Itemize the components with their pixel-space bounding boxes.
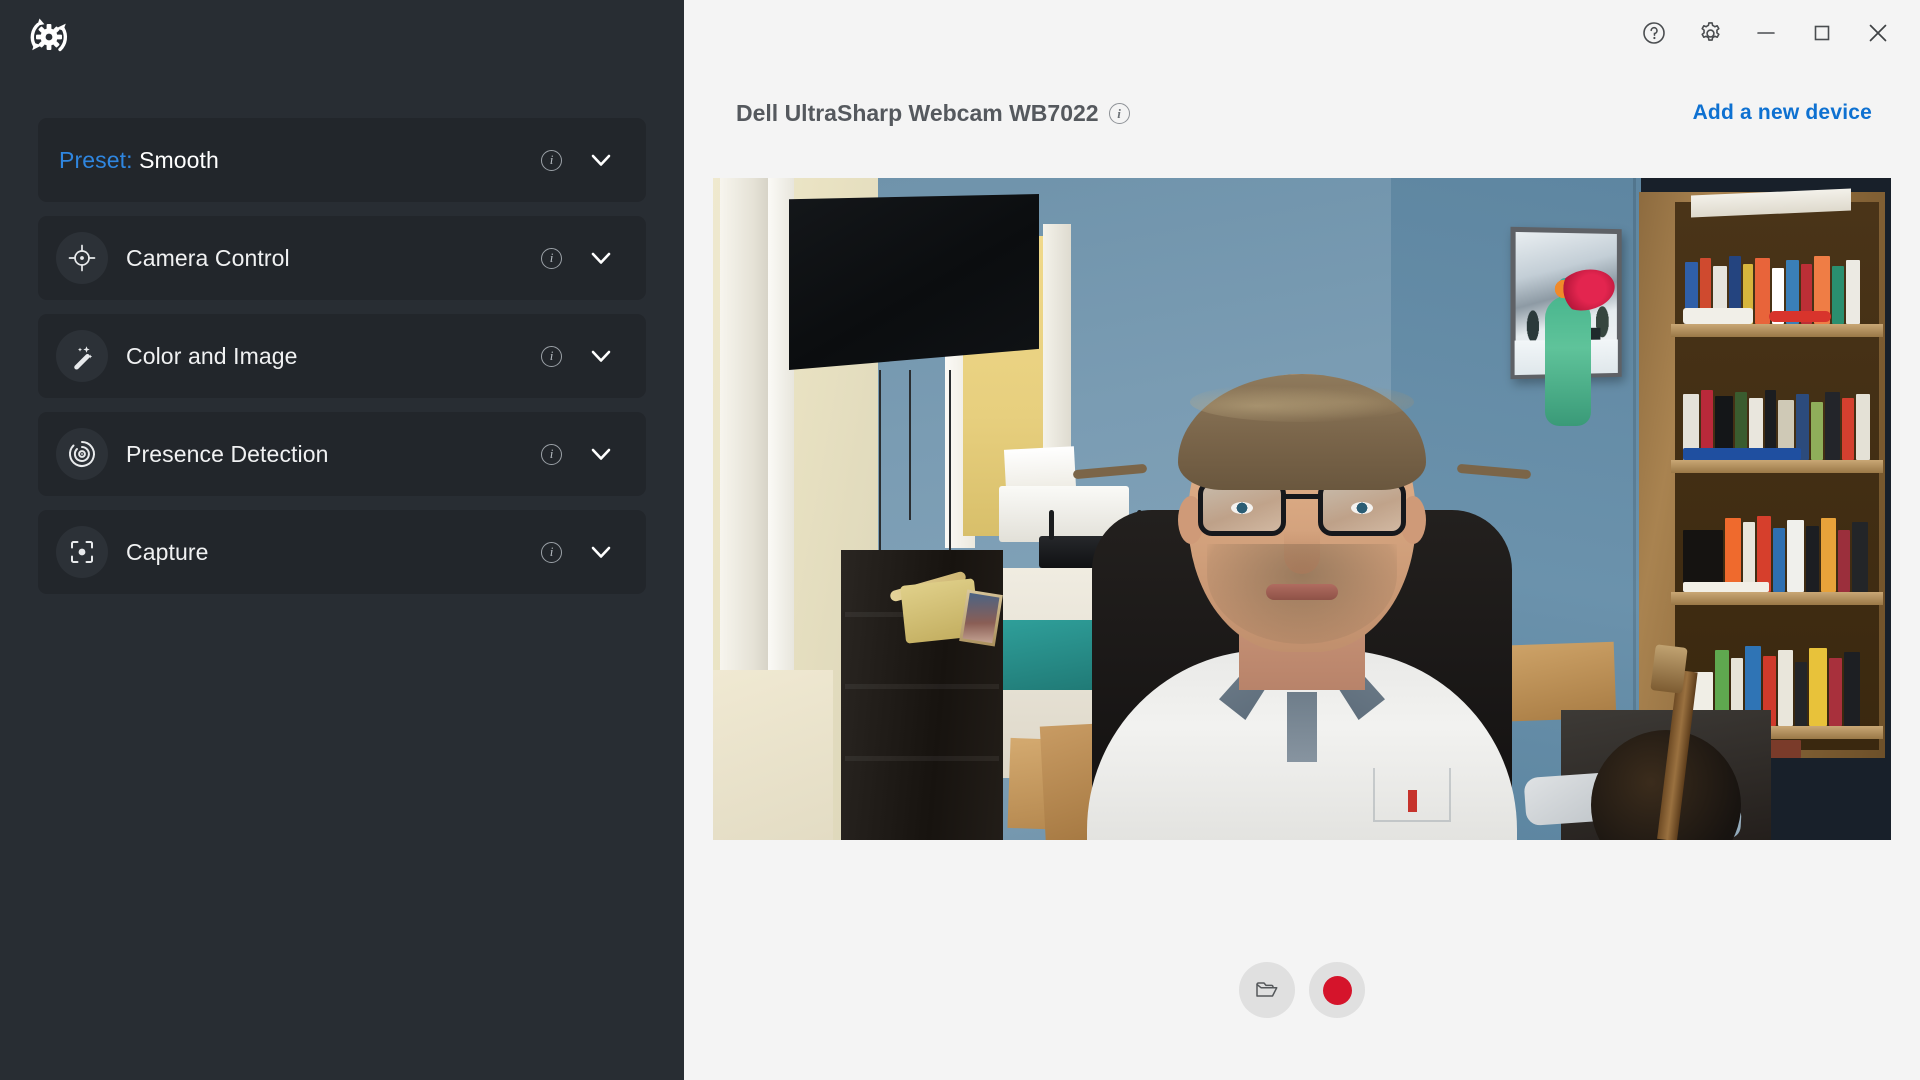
minimize-icon xyxy=(1757,32,1775,34)
maximize-icon xyxy=(1814,25,1830,41)
preset-chevron-down-icon[interactable] xyxy=(588,147,614,173)
chevron-down-glyph xyxy=(591,252,611,264)
sidebar-item-label: Color and Image xyxy=(126,342,298,369)
device-name: Dell UltraSharp Webcam WB7022 xyxy=(736,100,1099,126)
bookshelf-row-1 xyxy=(1683,254,1875,324)
tv-cable-2 xyxy=(909,370,911,520)
person-mouth xyxy=(1266,584,1338,600)
bookshelf-plank-3 xyxy=(1671,592,1883,605)
gear-icon xyxy=(1700,21,1720,41)
crosshair-icon xyxy=(56,232,108,284)
device-bar: Dell UltraSharp Webcam WB7022 i Add a ne… xyxy=(684,100,1920,142)
focus-frame-icon xyxy=(56,526,108,578)
magic-wand-icon xyxy=(56,330,108,382)
capture-chevron-down-icon[interactable] xyxy=(588,539,614,565)
main-panel: Dell UltraSharp Webcam WB7022 i Add a ne… xyxy=(684,0,1920,1080)
chevron-down-glyph xyxy=(591,448,611,460)
camera-control-chevron-down-icon[interactable] xyxy=(588,245,614,271)
question-circle-icon xyxy=(1643,22,1665,44)
camera-preview-scene xyxy=(713,178,1891,840)
open-folder-button[interactable] xyxy=(1239,962,1295,1018)
radar-target-icon xyxy=(56,428,108,480)
presence-detection-controls: i xyxy=(541,412,646,496)
preset-row[interactable]: Preset: Smooth i xyxy=(38,118,646,202)
chevron-down-glyph xyxy=(591,546,611,558)
preset-value: Smooth xyxy=(139,146,219,173)
presence-detection-chevron-down-icon[interactable] xyxy=(588,441,614,467)
gear-refresh-logo-icon xyxy=(30,18,68,52)
color-and-image-chevron-down-icon[interactable] xyxy=(588,343,614,369)
eyebrow-right xyxy=(1456,463,1532,480)
person-hair xyxy=(1178,374,1426,490)
drawer-line-3 xyxy=(845,756,999,761)
sidebar-item-label: Presence Detection xyxy=(126,440,329,467)
tv-cable-1 xyxy=(879,370,881,550)
device-info-icon[interactable]: i xyxy=(1108,103,1130,124)
preset-key: Preset: xyxy=(59,146,133,173)
floor-tile xyxy=(713,670,833,840)
app-window: Preset: Smooth i Camera Control i Color … xyxy=(0,0,1920,1080)
app-logo xyxy=(20,8,78,66)
sidebar-item-camera-control[interactable]: Camera Control i xyxy=(38,216,646,300)
color-and-image-info-icon[interactable]: i xyxy=(541,345,562,367)
bookshelf-row-3 xyxy=(1683,510,1875,592)
close-icon xyxy=(1869,24,1887,42)
eye-left xyxy=(1231,502,1253,514)
maximize-button[interactable] xyxy=(1794,8,1850,58)
sidebar-item-capture[interactable]: Capture i xyxy=(38,510,646,594)
camera-control-controls: i xyxy=(541,216,646,300)
camera-preview[interactable] xyxy=(713,178,1891,840)
paper-stack xyxy=(1003,446,1077,492)
capture-controls: i xyxy=(541,510,646,594)
bookshelf-row-2 xyxy=(1683,388,1875,460)
preview-actions xyxy=(713,962,1891,1018)
bookshelf-plank-1 xyxy=(1671,324,1883,337)
minimize-button[interactable] xyxy=(1738,8,1794,58)
eyebrow-left xyxy=(1072,463,1148,480)
shirt-pocket-tag xyxy=(1408,790,1417,812)
crosshair-glyph xyxy=(68,244,96,272)
sidebar: Preset: Smooth i Camera Control i Color … xyxy=(0,0,684,1080)
chevron-down-glyph xyxy=(591,350,611,362)
chevron-down-glyph xyxy=(591,154,611,166)
record-icon xyxy=(1322,975,1352,1005)
color-and-image-controls: i xyxy=(541,314,646,398)
bookshelf-plank-2 xyxy=(1671,460,1883,473)
capture-info-icon[interactable]: i xyxy=(541,541,562,563)
drawer-line-2 xyxy=(845,684,999,689)
record-button[interactable] xyxy=(1309,962,1365,1018)
eye-right xyxy=(1351,502,1373,514)
settings-panel-list: Preset: Smooth i Camera Control i Color … xyxy=(38,118,646,608)
close-button[interactable] xyxy=(1850,8,1906,58)
sidebar-item-color-and-image[interactable]: Color and Image i xyxy=(38,314,646,398)
focus-frame-glyph xyxy=(71,541,93,563)
sidebar-item-presence-detection[interactable]: Presence Detection i xyxy=(38,412,646,496)
add-new-device-link[interactable]: Add a new device xyxy=(1693,101,1872,125)
shirt-placket xyxy=(1287,692,1317,762)
green-vase xyxy=(1545,296,1591,426)
device-title: Dell UltraSharp Webcam WB7022 i xyxy=(736,100,1130,127)
window-controls xyxy=(1626,0,1920,66)
preset-label: Preset: Smooth xyxy=(59,147,219,174)
preset-info-icon[interactable]: i xyxy=(541,149,562,171)
sidebar-item-label: Capture xyxy=(126,538,209,565)
settings-button[interactable] xyxy=(1682,8,1738,58)
magic-wand-glyph xyxy=(74,346,93,370)
glasses-bridge xyxy=(1286,494,1318,499)
guitar-headstock xyxy=(1650,644,1688,694)
preset-row-controls: i xyxy=(541,118,646,202)
sidebar-item-label: Camera Control xyxy=(126,244,290,271)
person-subject xyxy=(1067,370,1537,840)
camera-control-info-icon[interactable]: i xyxy=(541,247,562,269)
presence-detection-info-icon[interactable]: i xyxy=(541,443,562,465)
radar-target-glyph xyxy=(69,441,95,467)
folder-icon xyxy=(1256,982,1278,997)
router-antenna-1 xyxy=(1049,510,1054,540)
help-button[interactable] xyxy=(1626,8,1682,58)
wall-mounted-tv xyxy=(789,194,1039,370)
tv-cable-3 xyxy=(949,370,951,570)
